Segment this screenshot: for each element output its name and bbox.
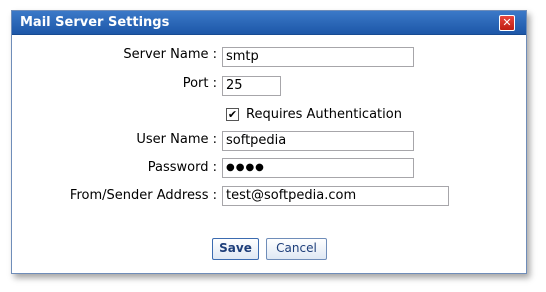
server-name-input[interactable]: smtp	[222, 47, 414, 67]
port-label: Port :	[182, 76, 217, 91]
from-sender-address-label: From/Sender Address :	[69, 188, 217, 203]
save-button[interactable]: Save	[212, 238, 259, 260]
password-label: Password :	[147, 160, 217, 175]
dialog-title: Mail Server Settings	[20, 15, 170, 30]
user-name-label: User Name :	[136, 132, 217, 147]
requires-authentication-checkbox[interactable]: ✔	[226, 108, 239, 121]
close-icon[interactable]: ✕	[499, 15, 515, 31]
password-input[interactable]: ●●●●	[222, 158, 414, 178]
user-name-input[interactable]: softpedia	[222, 131, 414, 151]
cancel-button[interactable]: Cancel	[266, 238, 327, 260]
from-sender-address-input[interactable]: test@softpedia.com	[222, 186, 449, 206]
mail-server-settings-dialog: Mail Server Settings ✕ Server Name : smt…	[11, 10, 527, 274]
server-name-label: Server Name :	[123, 47, 217, 62]
requires-authentication-label[interactable]: Requires Authentication	[246, 107, 402, 122]
dialog-titlebar[interactable]: Mail Server Settings ✕	[12, 11, 526, 35]
port-input[interactable]: 25	[222, 76, 281, 96]
